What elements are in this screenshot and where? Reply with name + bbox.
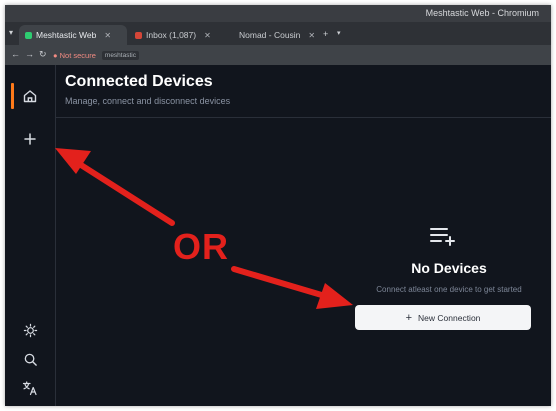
os-titlebar: Meshtastic Web - Chromium — [5, 5, 551, 22]
tab-search-icon[interactable]: ▾ — [9, 28, 13, 37]
home-icon — [23, 90, 37, 103]
sidebar-rail — [5, 65, 56, 406]
search-icon — [24, 353, 37, 366]
main-content: Connected Devices Manage, connect and di… — [56, 65, 551, 406]
translate-icon — [22, 381, 37, 396]
empty-state-title: No Devices — [411, 260, 487, 276]
screenshot-frame: Meshtastic Web - Chromium ▾ Meshtastic W… — [5, 5, 551, 406]
sidebar-item-theme[interactable] — [16, 316, 44, 344]
new-connection-button[interactable]: + New Connection — [355, 305, 531, 330]
window-title: Meshtastic Web - Chromium — [425, 8, 539, 18]
tab-meshtastic[interactable]: Meshtastic Web ✕ — [19, 25, 127, 45]
or-annotation: OR — [173, 226, 229, 267]
page-subtitle: Manage, connect and disconnect devices — [65, 96, 231, 106]
address-bar: ← → ↻ ● Not secure meshtastic — [5, 45, 551, 65]
tab-list-icon[interactable]: ▾ — [337, 29, 341, 37]
sun-icon — [23, 323, 37, 337]
meshtastic-favicon-icon — [25, 31, 32, 39]
back-icon[interactable]: ← — [11, 49, 20, 59]
close-tab-icon[interactable]: ✕ — [308, 31, 315, 40]
sidebar-item-add[interactable] — [16, 125, 44, 153]
sidebar-item-home[interactable] — [16, 82, 44, 110]
tab-label: Inbox (1,087) — [146, 30, 197, 40]
close-tab-icon[interactable]: ✕ — [204, 31, 211, 40]
url-text[interactable]: meshtastic — [101, 50, 139, 60]
plus-icon: + — [405, 311, 413, 324]
security-warning[interactable]: ● Not secure — [53, 51, 96, 60]
url-box[interactable]: ● Not secure meshtastic — [53, 48, 353, 62]
list-add-icon — [430, 228, 455, 246]
tab-nomad[interactable]: Nomad - Cousin ✕ — [229, 25, 321, 45]
active-indicator — [11, 83, 14, 109]
sidebar-item-language[interactable] — [16, 374, 44, 402]
header-divider — [56, 117, 551, 118]
reload-icon[interactable]: ↻ — [39, 49, 47, 60]
close-tab-icon[interactable]: ✕ — [104, 31, 111, 40]
forward-icon[interactable]: → — [25, 49, 34, 59]
tab-label: Nomad - Cousin — [239, 30, 301, 40]
tab-label: Meshtastic Web — [36, 30, 97, 40]
empty-state-description: Connect atleast one device to get starte… — [376, 285, 522, 294]
plus-icon — [24, 133, 36, 145]
gmail-favicon-icon — [135, 31, 142, 39]
meshtastic-app: Connected Devices Manage, connect and di… — [5, 65, 551, 406]
new-tab-icon[interactable]: + — [323, 29, 328, 39]
tab-inbox[interactable]: Inbox (1,087) ✕ — [129, 25, 227, 45]
tab-strip: ▾ Meshtastic Web ✕ Inbox (1,087) ✕ Nomad… — [5, 22, 551, 45]
new-connection-label: New Connection — [418, 312, 481, 323]
sidebar-item-search[interactable] — [16, 345, 44, 373]
page-title: Connected Devices — [65, 73, 213, 90]
